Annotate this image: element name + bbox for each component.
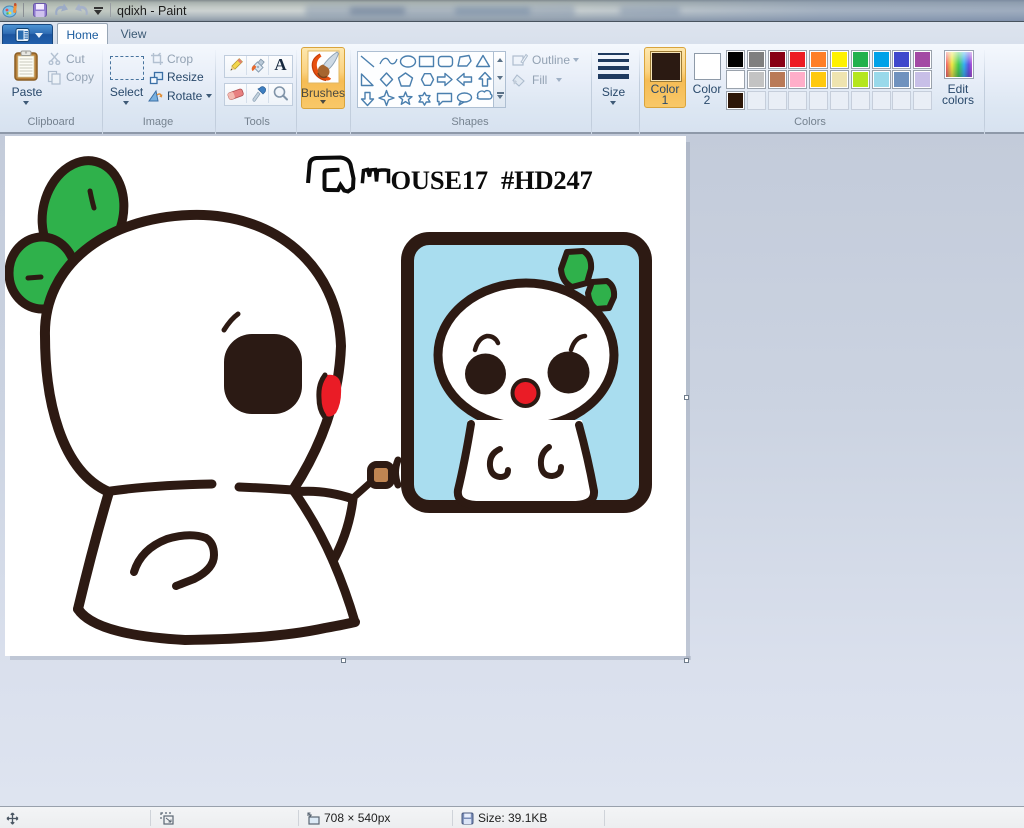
svg-text:OUSE17 #HD247: OUSE17 #HD247 — [391, 165, 593, 195]
